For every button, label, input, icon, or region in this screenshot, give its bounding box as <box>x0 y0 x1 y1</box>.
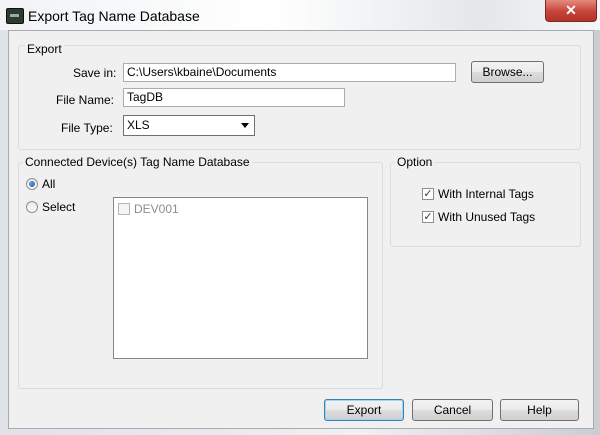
cancel-button[interactable]: Cancel <box>412 399 493 421</box>
all-radio-label[interactable]: All <box>42 177 55 191</box>
save-in-label: Save in: <box>73 66 117 80</box>
checkmark-icon: ✓ <box>423 211 433 223</box>
file-type-label: File Type: <box>61 121 113 135</box>
close-icon: ✕ <box>565 2 577 18</box>
devices-group-label: Connected Device(s) Tag Name Database <box>23 155 252 169</box>
option-group <box>390 162 581 247</box>
all-radio[interactable] <box>26 178 38 190</box>
device-name: DEV001 <box>134 202 179 216</box>
title-bar[interactable]: Export Tag Name Database ✕ <box>0 0 600 30</box>
device-checkbox[interactable] <box>118 203 130 215</box>
close-button[interactable]: ✕ <box>545 0 597 22</box>
app-icon <box>6 8 24 24</box>
list-item[interactable]: DEV001 <box>118 201 238 217</box>
with-unused-tags-checkbox[interactable]: ✓ <box>422 211 434 223</box>
option-group-label: Option <box>395 155 435 169</box>
save-in-field[interactable]: C:\Users\kbaine\Documents <box>123 63 456 82</box>
browse-button[interactable]: Browse... <box>471 61 544 83</box>
with-unused-tags-label[interactable]: With Unused Tags <box>438 210 535 224</box>
with-internal-tags-checkbox[interactable]: ✓ <box>422 188 434 200</box>
export-button[interactable]: Export <box>324 399 404 421</box>
chevron-down-icon <box>241 123 249 128</box>
window-title: Export Tag Name Database <box>28 8 200 24</box>
dialog-window: Export Tag Name Database ✕ Export Save i… <box>0 0 600 435</box>
with-internal-tags-label[interactable]: With Internal Tags <box>438 187 534 201</box>
export-group-label: Export <box>25 42 64 56</box>
checkmark-icon: ✓ <box>423 188 433 200</box>
file-name-field[interactable]: TagDB <box>123 88 345 107</box>
help-button[interactable]: Help <box>500 399 579 421</box>
file-name-label: File Name: <box>56 93 115 107</box>
select-radio-label[interactable]: Select <box>42 200 75 214</box>
device-list[interactable]: DEV001 <box>113 197 368 359</box>
dialog-client-area: Export Save in: C:\Users\kbaine\Document… <box>8 30 594 429</box>
select-radio[interactable] <box>26 201 38 213</box>
file-type-select[interactable]: XLS <box>123 115 255 136</box>
file-type-value: XLS <box>127 118 150 132</box>
